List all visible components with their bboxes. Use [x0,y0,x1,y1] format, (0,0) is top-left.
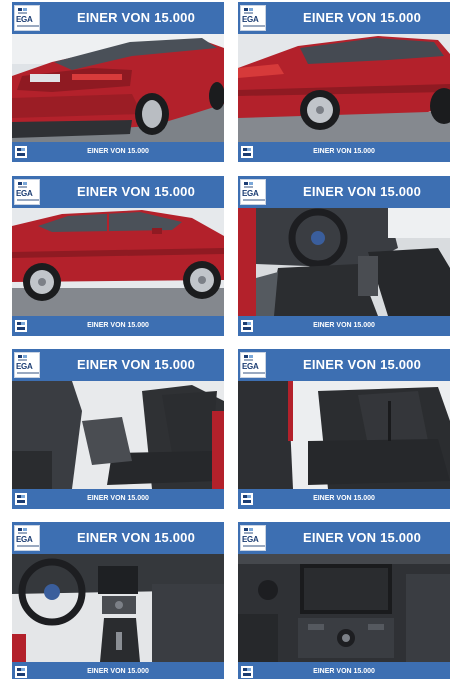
ega-logo-icon: EGA [14,179,40,205]
gallery-card-2[interactable]: EGA EINER VON 15.000 EINER VON 15.000 [238,2,450,162]
card-header-title: EINER VON 15.000 [76,10,196,25]
ega-logo-icon: EGA [14,5,40,31]
card-footer-caption: EINER VON 15.000 [313,495,375,502]
card-header: EGA EINER VON 15.000 [12,349,224,381]
ega-logo-icon: EGA [14,525,40,551]
gallery-card-3[interactable]: EGA EINER VON 15.000 EINER VON 15.000 [12,176,224,336]
card-header: EGA EINER VON 15.000 [12,522,224,554]
gallery-card-6[interactable]: EGA EINER VON 15.000 EINER VON 15.000 [238,349,450,509]
ega-mini-logo-icon [241,320,253,332]
ega-mini-logo-icon [241,493,253,505]
ega-mini-logo-icon [15,320,27,332]
card-footer: EINER VON 15.000 [238,489,450,509]
card-footer: EINER VON 15.000 [12,489,224,509]
card-footer: EINER VON 15.000 [238,316,450,336]
car-photo-dashboard[interactable] [12,554,224,662]
card-header-title: EINER VON 15.000 [302,10,422,25]
ega-mini-logo-icon [15,146,27,158]
card-header: EGA EINER VON 15.000 [238,522,450,554]
card-footer-caption: EINER VON 15.000 [313,148,375,155]
car-photo-interior-cockpit[interactable] [238,208,450,316]
card-header: EGA EINER VON 15.000 [238,349,450,381]
car-photo-rear-seats[interactable] [238,381,450,489]
card-footer: EINER VON 15.000 [12,662,224,679]
card-header: EGA EINER VON 15.000 [12,2,224,34]
car-photo-center-console[interactable] [238,554,450,662]
car-photo-rear-side[interactable] [238,34,450,142]
car-photo-rear-three-quarter[interactable] [12,34,224,142]
card-footer-caption: EINER VON 15.000 [313,668,375,675]
card-footer: EINER VON 15.000 [12,142,224,162]
card-header-title: EINER VON 15.000 [302,184,422,199]
card-header-title: EINER VON 15.000 [302,357,422,372]
card-header: EGA EINER VON 15.000 [12,176,224,208]
card-footer-caption: EINER VON 15.000 [87,668,149,675]
ega-logo-icon: EGA [240,179,266,205]
card-footer: EINER VON 15.000 [238,662,450,679]
card-header: EGA EINER VON 15.000 [238,2,450,34]
car-photo-front-seats[interactable] [12,381,224,489]
ega-logo-icon: EGA [240,352,266,378]
card-header-title: EINER VON 15.000 [76,357,196,372]
card-header-title: EINER VON 15.000 [302,530,422,545]
card-footer-caption: EINER VON 15.000 [87,495,149,502]
gallery-card-1[interactable]: EGA EINER VON 15.000 EINER VON 15.000 [12,2,224,162]
ega-logo-icon: EGA [240,525,266,551]
gallery-card-4[interactable]: EGA EINER VON 15.000 EINER VON 15.000 [238,176,450,336]
card-header-title: EINER VON 15.000 [76,530,196,545]
card-header-title: EINER VON 15.000 [76,184,196,199]
card-footer: EINER VON 15.000 [238,142,450,162]
gallery-card-5[interactable]: EGA EINER VON 15.000 EINER VON 15.000 [12,349,224,509]
ega-logo-icon: EGA [14,352,40,378]
card-footer-caption: EINER VON 15.000 [313,322,375,329]
gallery-card-8[interactable]: EGA EINER VON 15.000 EINER VON 15.000 [238,522,450,679]
car-photo-side-profile[interactable] [12,208,224,316]
card-footer-caption: EINER VON 15.000 [87,322,149,329]
ega-mini-logo-icon [15,666,27,678]
card-header: EGA EINER VON 15.000 [238,176,450,208]
ega-mini-logo-icon [241,666,253,678]
ega-logo-icon: EGA [240,5,266,31]
photo-gallery-grid: EGA EINER VON 15.000 EINER VON 15.000 EG… [0,0,452,679]
ega-mini-logo-icon [241,146,253,158]
card-footer-caption: EINER VON 15.000 [87,148,149,155]
card-footer: EINER VON 15.000 [12,316,224,336]
ega-mini-logo-icon [15,493,27,505]
gallery-card-7[interactable]: EGA EINER VON 15.000 EINER VON 15.000 [12,522,224,679]
